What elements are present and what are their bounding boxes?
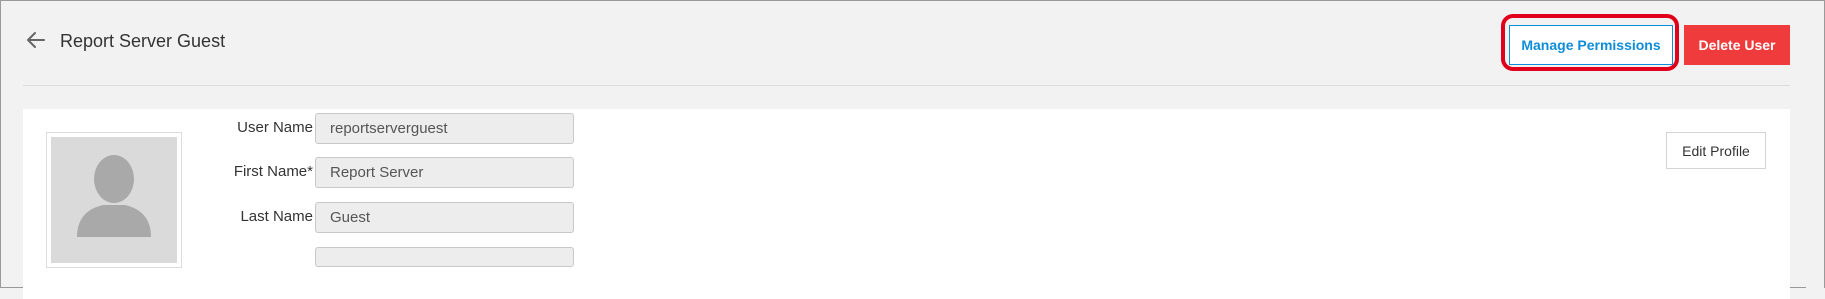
- last-name-label: Last Name: [240, 208, 313, 225]
- user-silhouette-icon: [77, 155, 151, 237]
- avatar: [46, 132, 182, 268]
- back-arrow-icon[interactable]: [25, 29, 47, 51]
- user-name-label: User Name: [237, 119, 313, 136]
- header-divider: [23, 85, 1790, 86]
- page-title: Report Server Guest: [60, 31, 226, 51]
- first-name-field[interactable]: [315, 157, 574, 188]
- page-header: Report Server Guest Manage Permissions D…: [1, 1, 1824, 85]
- delete-user-button[interactable]: Delete User: [1684, 25, 1790, 65]
- last-name-field[interactable]: [315, 202, 574, 233]
- user-name-field[interactable]: [315, 113, 574, 144]
- next-field-partial[interactable]: [315, 247, 574, 267]
- required-marker: *: [307, 163, 313, 180]
- first-name-label: First Name*: [233, 163, 313, 180]
- edit-profile-button[interactable]: Edit Profile: [1666, 132, 1766, 169]
- avatar-placeholder: [51, 137, 177, 263]
- scrollbar[interactable]: [1806, 1, 1824, 289]
- manage-permissions-button[interactable]: Manage Permissions: [1509, 25, 1673, 65]
- profile-card: User Name First Name* Last Name Edit Pro…: [23, 109, 1790, 299]
